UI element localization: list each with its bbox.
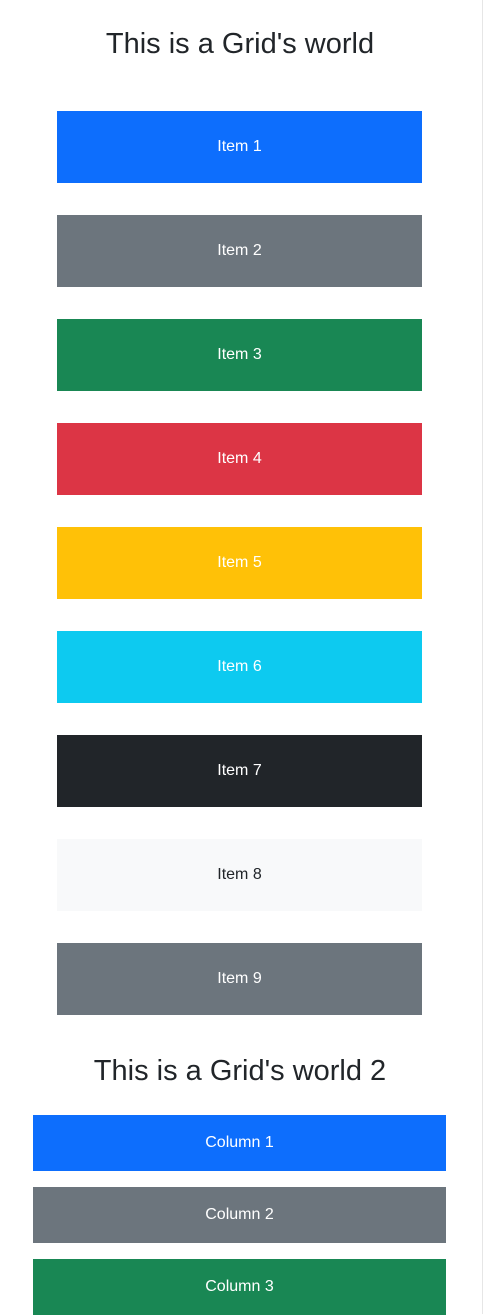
page-content: This is a Grid's world Item 1 Item 2 Ite… <box>0 0 482 1315</box>
grid-column-1: Column 1 <box>33 1115 446 1171</box>
grid-column-3: Column 3 <box>33 1259 446 1315</box>
grid-item-7: Item 7 <box>57 735 422 807</box>
grid-item-1: Item 1 <box>57 111 422 183</box>
grid-item-5: Item 5 <box>57 527 422 599</box>
grid-column-2: Column 2 <box>33 1187 446 1243</box>
grid-section-title: This is a Grid's world <box>105 28 375 60</box>
grid-item-8: Item 8 <box>57 839 422 911</box>
viewport-edge-divider <box>482 0 483 1314</box>
grid-section-2-title: This is a Grid's world 2 <box>93 1055 387 1087</box>
grid-item-4: Item 4 <box>57 423 422 495</box>
grid-item-2: Item 2 <box>57 215 422 287</box>
grid-item-6: Item 6 <box>57 631 422 703</box>
grid-item-3: Item 3 <box>57 319 422 391</box>
grid-item-9: Item 9 <box>57 943 422 1015</box>
